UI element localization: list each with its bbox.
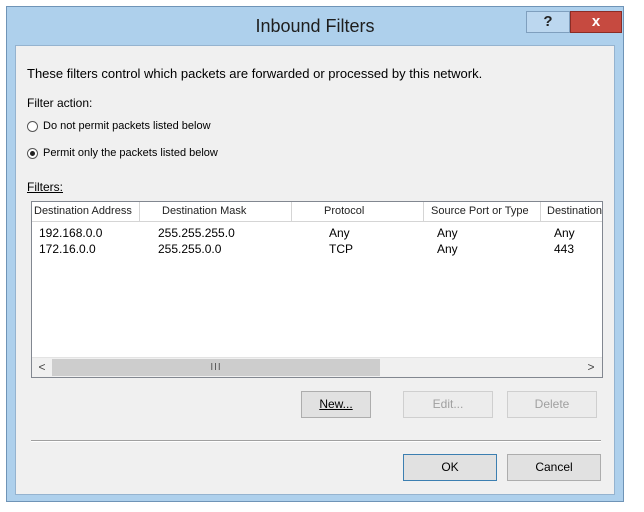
cell-destination: Any — [554, 226, 575, 240]
cell-protocol: TCP — [329, 242, 353, 256]
cell-source-port: Any — [437, 226, 458, 240]
filters-label: Filters: — [27, 180, 63, 194]
cell-destination-mask: 255.255.255.0 — [158, 226, 235, 240]
scroll-thumb[interactable]: III — [52, 359, 380, 376]
cancel-button-label: Cancel — [535, 460, 573, 474]
cell-source-port: Any — [437, 242, 458, 256]
cell-destination-address: 192.168.0.0 — [39, 226, 103, 240]
radio-do-not-permit[interactable]: Do not permit packets listed below — [27, 120, 211, 132]
close-button[interactable]: x — [570, 11, 622, 33]
radio-do-not-permit-label: Do not permit packets listed below — [43, 120, 211, 132]
edit-button-label: Edit... — [432, 397, 464, 411]
scroll-right-icon[interactable]: > — [582, 359, 600, 376]
scroll-left-icon[interactable]: < — [33, 359, 51, 376]
horizontal-scrollbar[interactable]: < III > — [32, 357, 602, 377]
dialog-content: These filters control which packets are … — [15, 45, 615, 495]
filter-action-label: Filter action: — [27, 96, 93, 110]
delete-button[interactable]: Delete — [507, 391, 597, 418]
description-text: These filters control which packets are … — [27, 66, 483, 81]
column-header-destination-address[interactable]: Destination Address — [32, 202, 140, 221]
filters-list[interactable]: Destination Address Destination Mask Pro… — [31, 201, 603, 378]
radio-button-selected-icon[interactable] — [27, 148, 38, 159]
cancel-button[interactable]: Cancel — [507, 454, 601, 481]
separator — [31, 440, 601, 442]
radio-permit-only[interactable]: Permit only the packets listed below — [27, 147, 218, 159]
cell-destination-address: 172.16.0.0 — [39, 242, 96, 256]
new-button-label: New... — [319, 397, 353, 411]
cell-destination: 443 — [554, 242, 575, 256]
radio-permit-only-label: Permit only the packets listed below — [43, 147, 218, 159]
cell-destination-mask: 255.255.0.0 — [158, 242, 222, 256]
inbound-filters-dialog: Inbound Filters ? x These filters contro… — [6, 6, 624, 502]
filters-list-header: Destination Address Destination Mask Pro… — [32, 202, 602, 222]
column-header-destination-mask[interactable]: Destination Mask — [140, 202, 292, 221]
ok-button-label: OK — [441, 460, 459, 474]
edit-button[interactable]: Edit... — [403, 391, 493, 418]
new-button[interactable]: New... — [301, 391, 371, 418]
help-button[interactable]: ? — [526, 11, 570, 33]
column-header-source-port[interactable]: Source Port or Type — [424, 202, 541, 221]
radio-button-icon[interactable] — [27, 121, 38, 132]
column-header-protocol[interactable]: Protocol — [292, 202, 424, 221]
column-header-destination[interactable]: Destination — [541, 202, 602, 221]
delete-button-label: Delete — [534, 397, 570, 411]
cell-protocol: Any — [329, 226, 350, 240]
ok-button[interactable]: OK — [403, 454, 497, 481]
title-bar[interactable]: Inbound Filters ? x — [7, 7, 623, 45]
